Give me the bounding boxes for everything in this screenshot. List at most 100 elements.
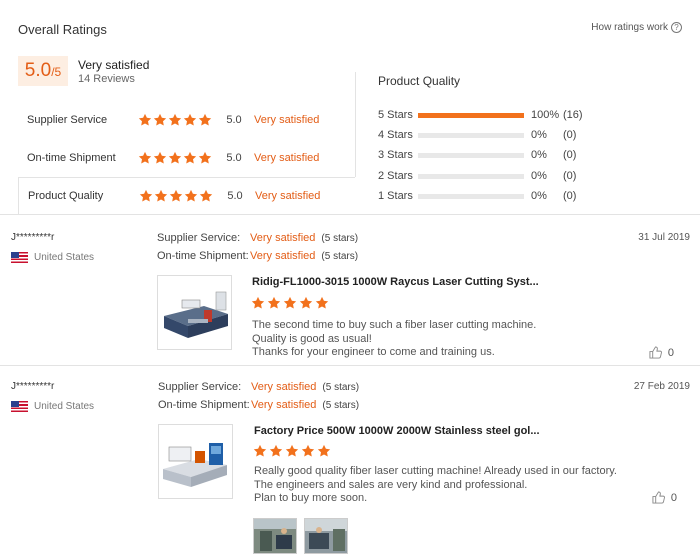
star-icon: [153, 151, 167, 164]
star-icon: [169, 189, 183, 202]
sub-rating-score: 5.0: [226, 152, 242, 164]
product-title-link[interactable]: Ridig-FL1000-3015 1000W Raycus Laser Cut…: [252, 276, 539, 288]
help-icon: ?: [671, 22, 682, 33]
us-flag-icon: [11, 401, 28, 412]
sub-rating-score: 5.0: [226, 114, 242, 126]
review-text: The second time to buy such a fiber lase…: [252, 319, 536, 360]
product-thumbnail[interactable]: [157, 275, 232, 350]
review-date: 27 Feb 2019: [633, 381, 690, 392]
sub-rating-label: Product Quality: [28, 190, 104, 202]
star-icon: [299, 296, 313, 309]
star-icon: [283, 296, 297, 309]
supplier-service-line: Supplier Service: Very satisfied (5 star…: [158, 381, 359, 393]
review-date: 31 Jul 2019: [638, 232, 690, 243]
review-star-rating: [253, 444, 331, 458]
rating-stars-text: (5 stars): [322, 381, 360, 393]
rating-key: Supplier Service:: [157, 232, 241, 244]
star-icon: [168, 151, 182, 164]
star-icon: [251, 296, 265, 309]
distribution-percent: 100%: [531, 109, 560, 121]
review-photo-image: [305, 519, 347, 553]
distribution-count: (0): [563, 129, 577, 141]
distribution-count: (0): [563, 170, 577, 182]
star-rating: [139, 189, 213, 203]
review-photo[interactable]: [253, 518, 297, 554]
distribution-row: 3 Stars 0% (0): [378, 148, 598, 162]
distribution-percent: 0%: [531, 190, 547, 202]
country-name: United States: [34, 252, 95, 263]
rating-key: On-time Shipment:: [157, 250, 249, 262]
laser-cutter-image: [159, 425, 232, 498]
distribution-count: (16): [563, 109, 583, 121]
sub-rating-on-time-shipment[interactable]: On-time Shipment 5.0 Very satisfied: [18, 139, 355, 177]
distribution-bar: [418, 112, 524, 118]
rating-stars-text: (5 stars): [321, 250, 359, 262]
review-text-line: The second time to buy such a fiber lase…: [252, 319, 537, 331]
review-item: J*********r United States Supplier Servi…: [0, 216, 700, 366]
review-star-rating: [251, 296, 329, 310]
star-icon: [138, 113, 152, 126]
star-icon: [285, 444, 299, 457]
sub-rating-text: Very satisfied: [254, 152, 320, 164]
star-icon: [315, 296, 329, 309]
distribution-bar: [418, 173, 524, 179]
overall-score-max: /5: [51, 65, 62, 79]
how-ratings-work-link[interactable]: How ratings work ?: [591, 22, 682, 33]
sub-rating-product-quality[interactable]: Product Quality 5.0 Very satisfied: [18, 177, 355, 215]
distribution-percent: 0%: [531, 149, 547, 161]
reviewer-country: United States: [11, 401, 94, 412]
star-icon: [301, 444, 315, 457]
star-rating: [138, 151, 212, 165]
star-icon: [184, 189, 198, 202]
sub-rating-supplier-service[interactable]: Supplier Service 5.0 Very satisfied: [18, 101, 355, 139]
overall-ratings-panel: Overall Ratings How ratings work ? 5.0 /…: [0, 0, 700, 215]
thumbs-up-icon: [652, 491, 665, 504]
like-count: 0: [667, 346, 674, 359]
review-text-line: Thanks for your engineer to come and tra…: [252, 346, 495, 358]
review-count: 14 Reviews: [78, 73, 135, 85]
product-thumbnail[interactable]: [158, 424, 233, 499]
review-text-line: Plan to buy more soon.: [254, 492, 368, 504]
overall-label: Very satisfied: [78, 58, 150, 72]
distribution-row: 2 Stars 0% (0): [378, 169, 598, 183]
star-rating: [138, 113, 212, 127]
star-icon: [199, 189, 213, 202]
distribution-bar: [418, 193, 524, 199]
rating-value: Very satisfied: [250, 250, 316, 262]
review-text-line: The engineers and sales are very kind an…: [254, 478, 528, 491]
sub-rating-label: Supplier Service: [27, 114, 108, 126]
distribution-label: 5 Stars: [378, 109, 413, 121]
rating-key: Supplier Service:: [158, 381, 242, 393]
review-text: Really good quality fiber laser cutting …: [254, 465, 617, 506]
distribution-row: 5 Stars 100% (16): [378, 108, 598, 122]
review-text-line: Quality is good as usual!: [252, 332, 372, 345]
reviewer-country: United States: [11, 252, 94, 263]
star-icon: [183, 151, 197, 164]
distribution-label: 4 Stars: [378, 129, 413, 141]
star-icon: [317, 444, 331, 457]
rating-stars-text: (5 stars): [321, 232, 359, 244]
like-button[interactable]: 0: [652, 491, 677, 504]
star-icon: [269, 444, 283, 457]
us-flag-icon: [11, 252, 28, 263]
distribution-count: (0): [563, 190, 577, 202]
star-icon: [198, 113, 212, 126]
review-photo[interactable]: [304, 518, 348, 554]
distribution-row: 4 Stars 0% (0): [378, 128, 598, 142]
distribution-label: 2 Stars: [378, 170, 413, 182]
star-icon: [139, 189, 153, 202]
reviewer-name: J*********r: [11, 232, 55, 243]
review-item: J*********r United States Supplier Servi…: [0, 366, 700, 556]
sub-rating-text: Very satisfied: [254, 114, 320, 126]
on-time-shipment-line: On-time Shipment: Very satisfied (5 star…: [158, 399, 359, 411]
thumbs-up-icon: [649, 346, 662, 359]
distribution-bar: [418, 152, 524, 158]
reviewer-name: J*********r: [11, 381, 55, 392]
product-title-link[interactable]: Factory Price 500W 1000W 2000W Stainless…: [254, 425, 540, 437]
panel-divider: [355, 72, 356, 177]
laser-cutter-image: [158, 276, 231, 349]
sub-rating-text: Very satisfied: [255, 190, 321, 202]
distribution-count: (0): [563, 149, 577, 161]
like-button[interactable]: 0: [649, 346, 674, 359]
overall-score: 5.0: [24, 60, 52, 81]
